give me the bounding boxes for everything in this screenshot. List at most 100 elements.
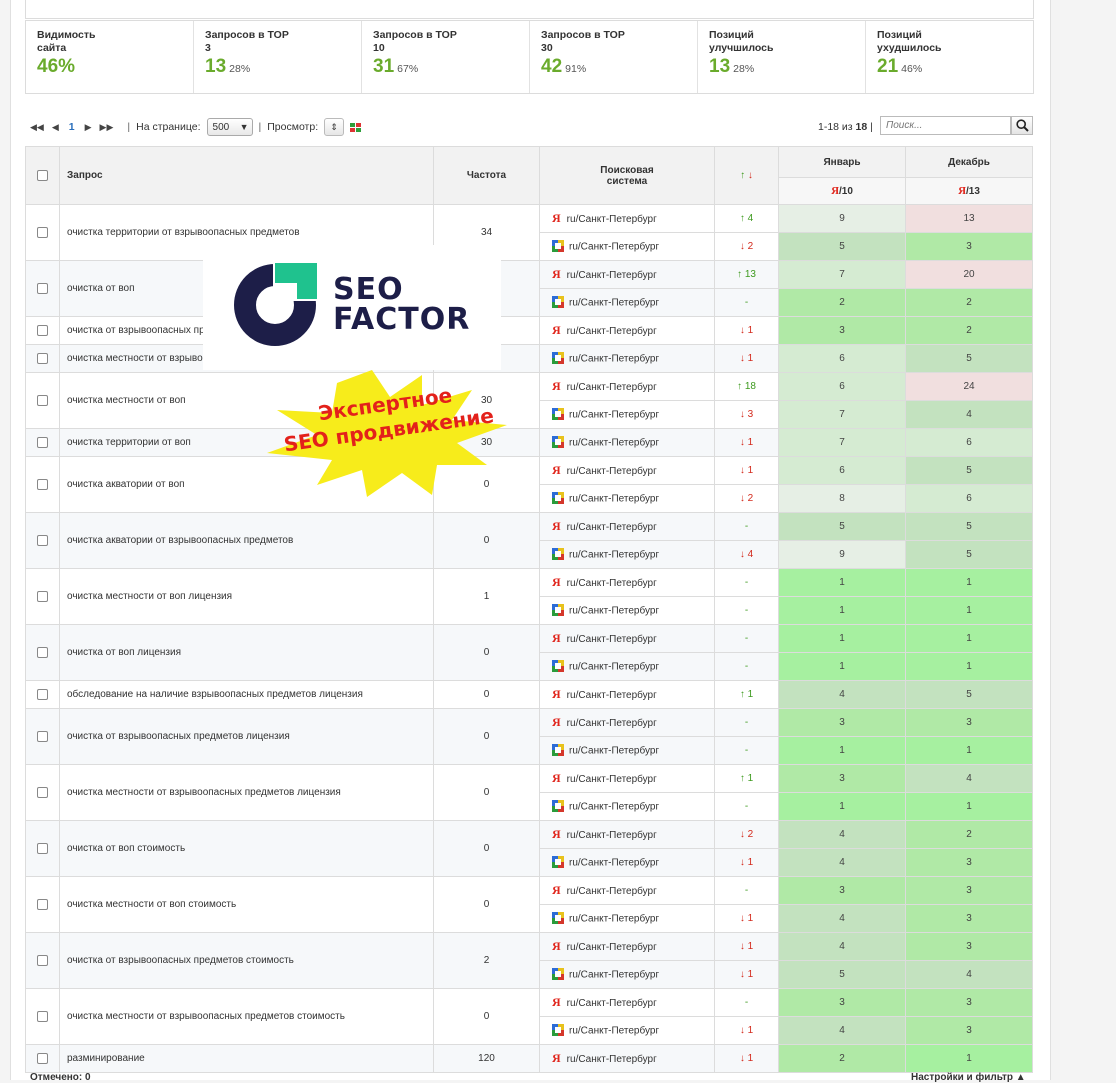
grid-view-icon[interactable] <box>350 122 362 132</box>
row-checkbox[interactable] <box>37 394 48 406</box>
row-select-cell <box>25 204 60 261</box>
row-checkbox[interactable] <box>37 282 48 294</box>
google-icon <box>552 435 564 448</box>
row-checkbox[interactable] <box>37 842 48 854</box>
engine-region: ru/Санкт-Петербург <box>569 913 660 925</box>
engine-cell: Яru/Санкт-Петербург <box>539 708 715 737</box>
row-checkbox[interactable] <box>37 324 48 336</box>
google-icon <box>552 603 564 616</box>
row-checkbox[interactable] <box>37 1052 48 1064</box>
last-page-button[interactable]: ▶▶ <box>100 122 114 133</box>
position-january: 1 <box>778 736 906 765</box>
row-select-cell <box>25 456 60 513</box>
settings-filter-link[interactable]: Настройки и фильтр ▲ <box>911 1072 1026 1083</box>
row-checkbox[interactable] <box>37 954 48 966</box>
table-row: очистка от взрывоопасных предметов лицен… <box>25 708 1033 765</box>
select-all-checkbox[interactable] <box>37 169 48 181</box>
row-checkbox[interactable] <box>37 786 48 798</box>
row-checkbox[interactable] <box>37 478 48 490</box>
header-december[interactable]: Декабрь <box>905 146 1033 178</box>
change-cell: - <box>714 736 779 765</box>
google-icon <box>552 743 564 756</box>
engine-region: ru/Санкт-Петербург <box>566 830 657 841</box>
search-button[interactable] <box>1011 116 1033 135</box>
position-december: 4 <box>905 764 1033 793</box>
header-january-count: 10 <box>841 186 853 197</box>
stat-label: Позиций ухудшилось <box>877 29 942 54</box>
current-page-link[interactable]: 1 <box>69 121 75 133</box>
per-page-label: На странице: <box>136 121 201 133</box>
engine-cell: Яru/Санкт-Петербург <box>539 204 715 233</box>
engine-region: ru/Санкт-Петербург <box>566 690 657 701</box>
position-january: 2 <box>778 288 906 317</box>
position-january: 3 <box>778 708 906 737</box>
search-input[interactable] <box>880 116 1011 135</box>
row-checkbox[interactable] <box>37 688 48 700</box>
separator: | <box>258 121 262 133</box>
google-icon <box>552 911 564 924</box>
row-checkbox[interactable] <box>37 730 48 742</box>
change-cell: - <box>714 596 779 625</box>
google-icon <box>552 351 564 364</box>
stat-percent: 67% <box>397 63 419 75</box>
row-checkbox[interactable] <box>37 898 48 910</box>
position-january: 4 <box>778 904 906 933</box>
engine-region: ru/Санкт-Петербург <box>566 578 657 589</box>
header-query[interactable]: Запрос <box>59 146 434 205</box>
stat-label: Запросов в TOP 10 <box>373 29 457 54</box>
row-checkbox[interactable] <box>37 352 48 364</box>
engine-cell: Яru/Санкт-Петербург <box>539 876 715 905</box>
engine-cell: Яru/Санкт-Петербург <box>539 372 715 401</box>
position-december: 1 <box>905 624 1033 653</box>
logo-text: SEO FACTOR <box>333 275 470 335</box>
yandex-icon: Я <box>552 687 561 701</box>
yandex-icon: Я <box>831 185 840 197</box>
engine-cell: Яru/Санкт-Петербург <box>539 988 715 1017</box>
row-select-cell <box>25 988 60 1045</box>
table-row: обследование на наличие взрывоопасных пр… <box>25 680 1033 709</box>
position-december: 3 <box>905 848 1033 877</box>
yandex-icon: Я <box>552 883 561 897</box>
row-checkbox[interactable] <box>37 1010 48 1022</box>
position-december: 4 <box>905 960 1033 989</box>
change-cell: ↓ 1 <box>714 316 779 345</box>
freq-cell: 120 <box>433 1044 540 1073</box>
change-cell: ↓ 1 <box>714 904 779 933</box>
row-checkbox[interactable] <box>37 646 48 658</box>
engine-cell: Яru/Санкт-Петербург <box>539 316 715 345</box>
engine-region: ru/Санкт-Петербург <box>566 774 657 785</box>
stat-value: 31 <box>373 56 395 77</box>
change-cell: ↑ 13 <box>714 260 779 289</box>
position-january: 6 <box>778 344 906 373</box>
header-january[interactable]: Январь <box>778 146 906 178</box>
row-select-cell <box>25 624 60 681</box>
row-checkbox[interactable] <box>37 534 48 546</box>
first-page-button[interactable]: ◀◀ <box>30 122 44 133</box>
row-select-cell <box>25 344 60 373</box>
prev-page-button[interactable]: ◀ <box>52 122 59 133</box>
query-cell: очистка от воп лицензия <box>59 624 434 681</box>
row-select-cell <box>25 764 60 821</box>
header-freq[interactable]: Частота <box>433 146 540 205</box>
separator: | <box>127 121 131 133</box>
yandex-icon: Я <box>552 211 561 225</box>
change-cell: ↓ 1 <box>714 428 779 457</box>
row-checkbox[interactable] <box>37 590 48 602</box>
row-checkbox[interactable] <box>37 226 48 238</box>
google-icon <box>552 967 564 980</box>
header-change[interactable]: ↑ ↓ <box>714 146 779 205</box>
position-december: 3 <box>905 232 1033 261</box>
freq-cell: 0 <box>433 876 540 933</box>
per-page-select[interactable]: 500 ▼ <box>206 118 253 136</box>
header-engine[interactable]: Поисковая система <box>539 146 715 205</box>
freq-cell: 0 <box>433 764 540 821</box>
sort-toggle-icon[interactable]: ⇕ <box>324 118 345 136</box>
position-january: 5 <box>778 512 906 541</box>
search-icon <box>1015 119 1029 132</box>
next-page-button[interactable]: ▶ <box>85 122 92 133</box>
row-checkbox[interactable] <box>37 436 48 448</box>
position-january: 5 <box>778 232 906 261</box>
query-cell: очистка от воп стоимость <box>59 820 434 877</box>
google-icon <box>552 239 564 252</box>
logo-line-2: FACTOR <box>333 302 471 337</box>
